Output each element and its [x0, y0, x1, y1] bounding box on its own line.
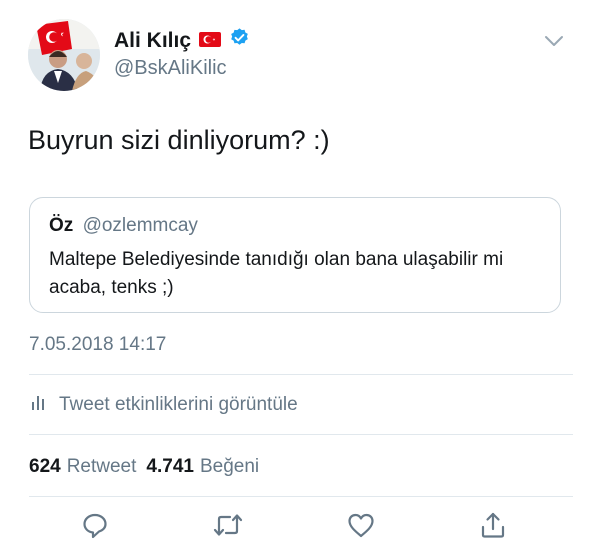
quoted-author-handle: @ozlemmcay — [82, 215, 198, 236]
quoted-tweet-card[interactable]: Öz @ozlemmcay Maltepe Belediyesinde tanı… — [29, 197, 561, 313]
activity-label: Tweet etkinliklerini görüntüle — [59, 394, 298, 415]
author-display-name[interactable]: Ali Kılıç — [114, 29, 191, 53]
quoted-author-name: Öz — [49, 215, 74, 236]
divider — [29, 496, 573, 497]
like-icon[interactable] — [346, 510, 376, 540]
retweets-count: 624 — [29, 456, 61, 477]
likes-label: Beğeni — [199, 456, 260, 477]
engagement-stats: 624 Retweet 4.741 Beğeni — [29, 456, 259, 478]
likes-count: 4.741 — [146, 456, 194, 477]
analytics-icon — [31, 393, 47, 417]
author-handle[interactable]: @BskAliKilic — [114, 57, 227, 80]
tweet-text: Buyrun sizi dinliyorum? :) — [28, 125, 330, 155]
verified-badge-icon — [229, 27, 250, 54]
quoted-tweet-header: Öz @ozlemmcay — [49, 215, 198, 237]
tweet-activity-link[interactable]: Tweet etkinliklerini görüntüle — [31, 393, 298, 417]
retweets-stat[interactable]: 624 Retweet — [29, 456, 136, 478]
author-name-row[interactable]: Ali Kılıç — [114, 27, 250, 54]
divider — [29, 434, 573, 435]
share-icon[interactable] — [478, 510, 508, 540]
reply-icon[interactable] — [80, 510, 110, 540]
retweet-icon[interactable] — [212, 510, 243, 540]
turkish-flag-emoji — [199, 29, 222, 53]
likes-stat[interactable]: 4.741 Beğeni — [146, 456, 259, 478]
avatar[interactable] — [28, 19, 100, 91]
chevron-down-icon[interactable] — [543, 32, 565, 50]
tweet-timestamp[interactable]: 7.05.2018 14:17 — [29, 334, 166, 356]
divider — [29, 374, 573, 375]
retweets-label: Retweet — [66, 456, 137, 477]
avatar-image — [28, 19, 100, 91]
quoted-tweet-text: Maltepe Belediyesinde tanıdığı olan bana… — [49, 249, 504, 298]
